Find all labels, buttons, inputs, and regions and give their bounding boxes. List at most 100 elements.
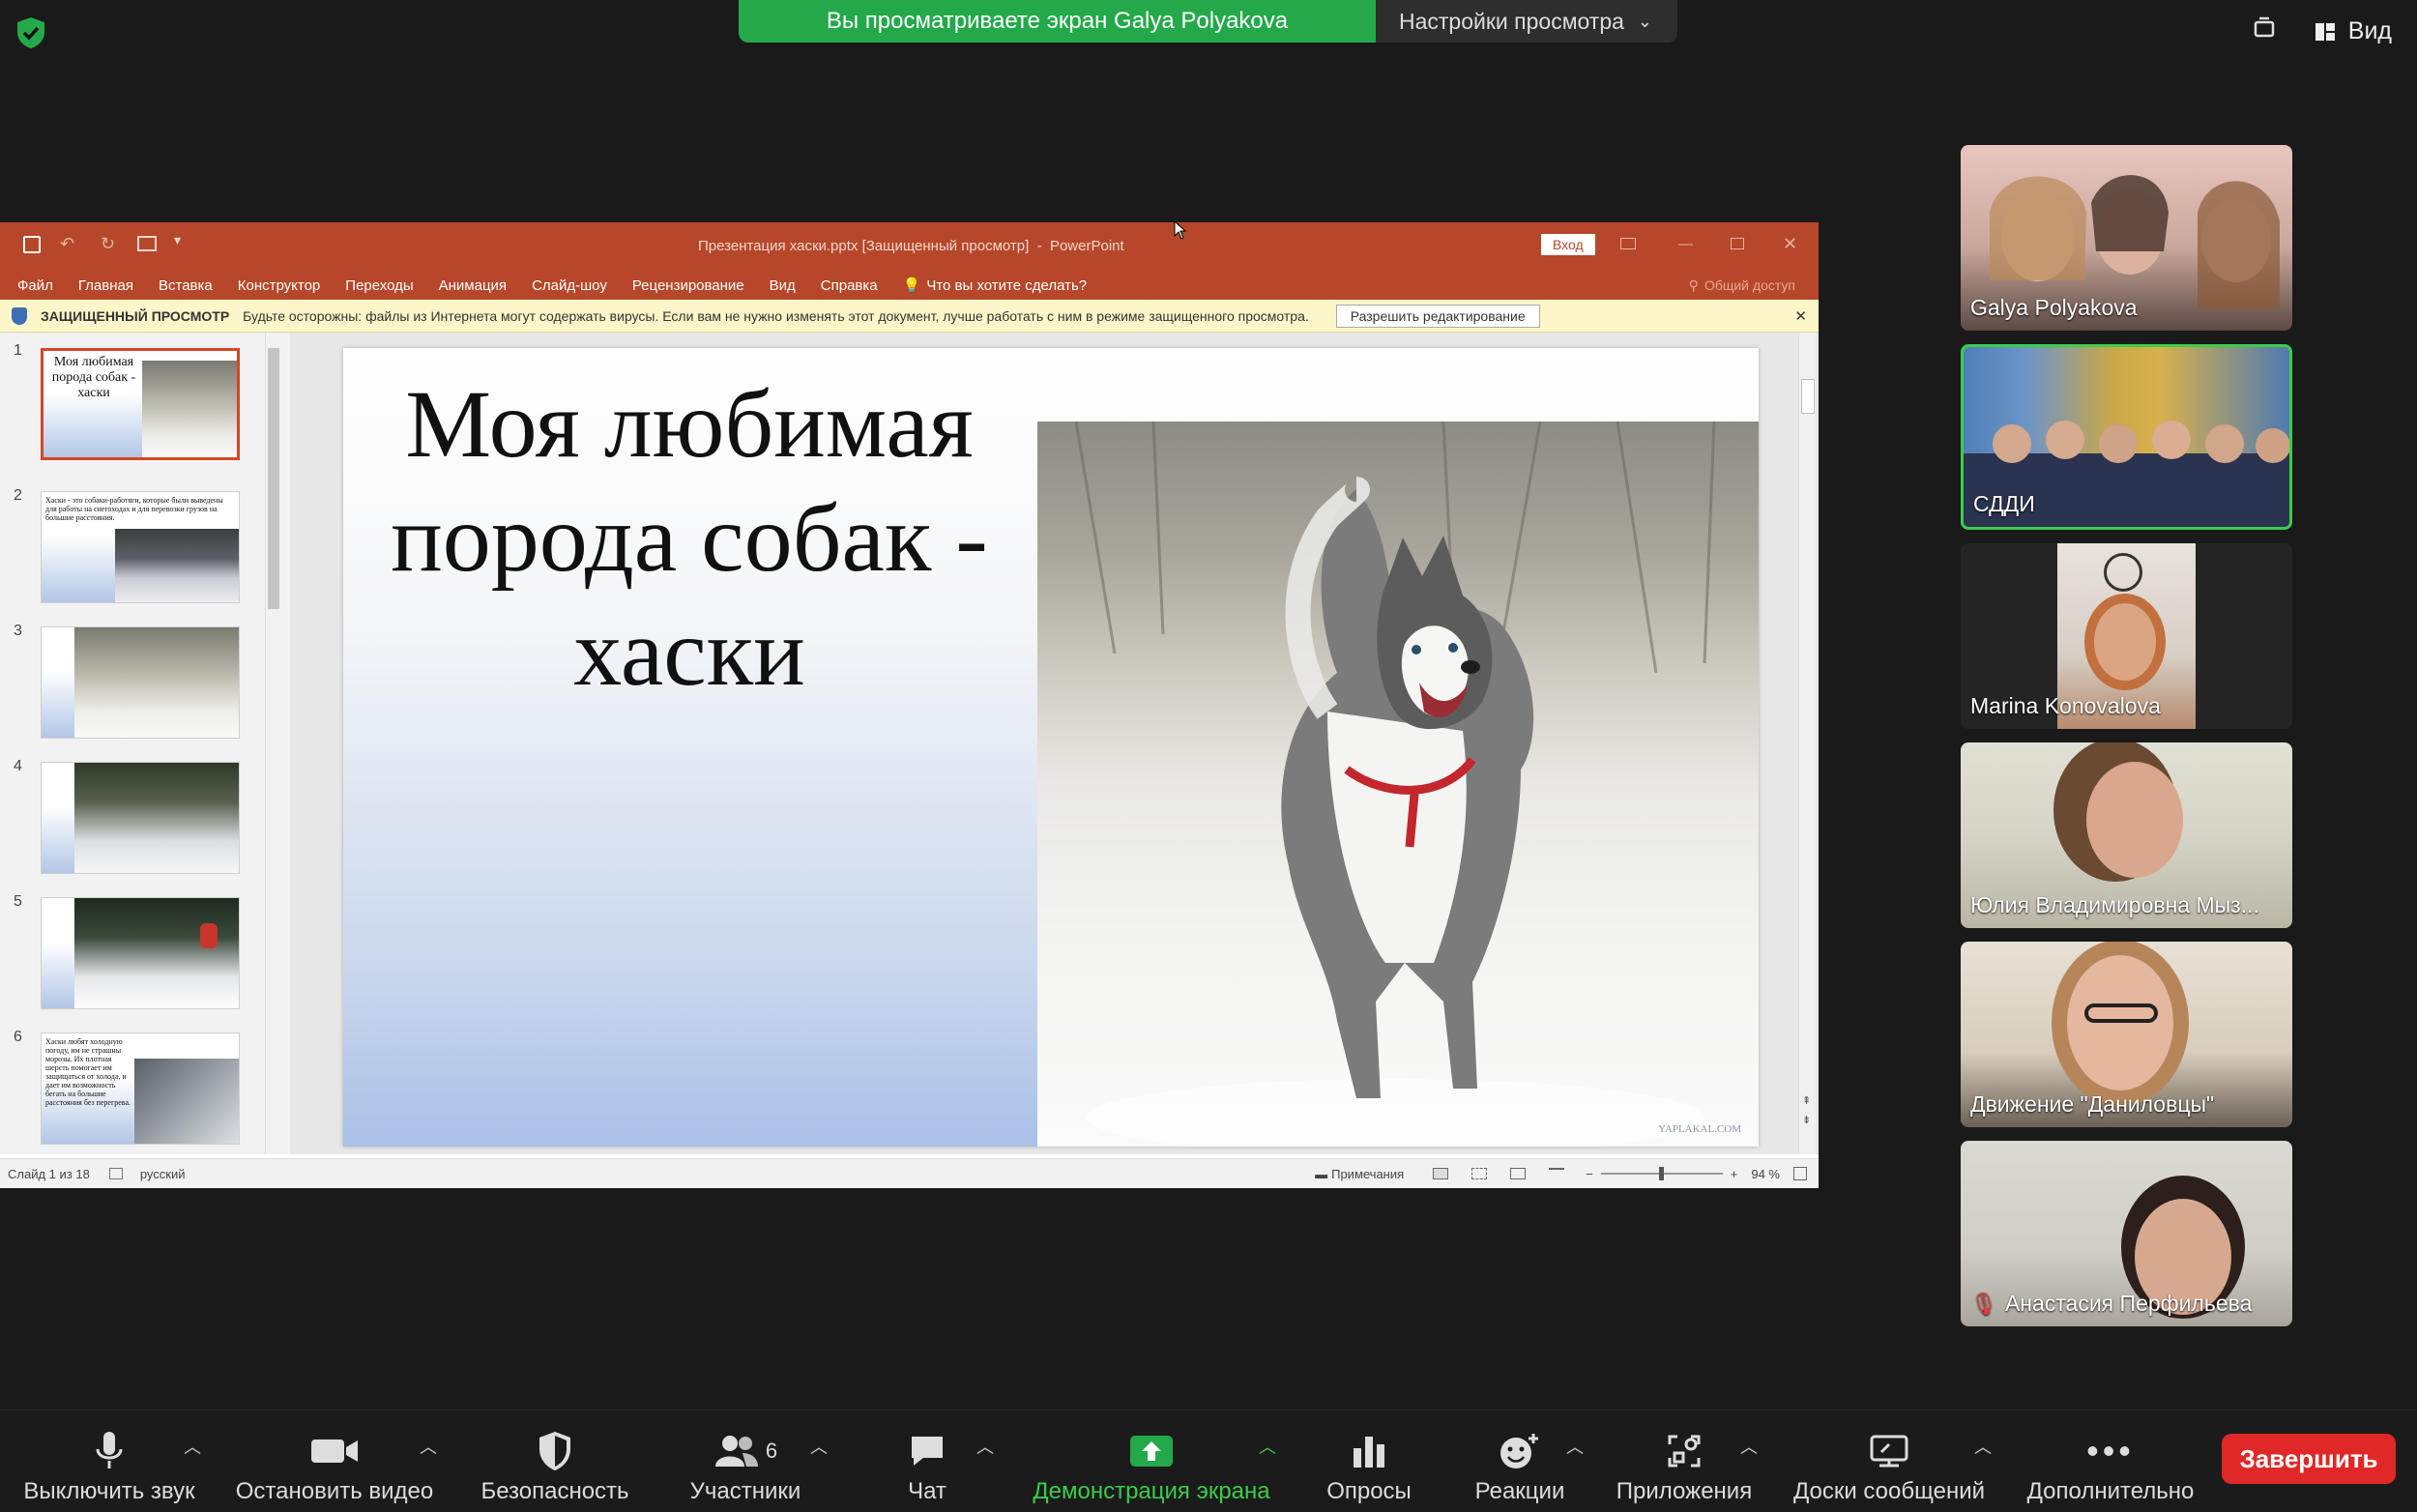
tab-help[interactable]: Справка <box>821 277 878 294</box>
share-options-caret-icon[interactable]: ︿ <box>1259 1434 1276 1459</box>
tab-animations[interactable]: Анимация <box>439 277 507 294</box>
close-icon[interactable]: ✕ <box>1783 234 1797 254</box>
whiteboards-button[interactable]: Доски сообщений <box>1785 1410 1994 1512</box>
view-label: Вид <box>2347 17 2392 44</box>
tell-me-box[interactable]: 💡 Что вы хотите сделать? <box>902 276 1088 295</box>
view-button[interactable]: Вид <box>2314 17 2392 45</box>
chat-button[interactable]: Чат <box>880 1410 975 1512</box>
participant-tile[interactable]: Marina Konovalova <box>1961 543 2292 729</box>
slide-thumbnail[interactable] <box>41 762 240 874</box>
more-dots-icon: ••• <box>2086 1431 2135 1470</box>
minimize-icon[interactable]: — <box>1678 236 1693 252</box>
reading-view-icon[interactable] <box>1510 1168 1527 1179</box>
prev-slide-icon[interactable]: ⇞ <box>1802 1094 1811 1107</box>
zoom-slider[interactable] <box>1600 1167 1723 1180</box>
enable-editing-button[interactable]: Разрешить редактирование <box>1335 304 1540 328</box>
thumb-number: 5 <box>14 893 22 910</box>
view-settings-dropdown[interactable]: Настройки просмотра ⌄ <box>1376 0 1677 43</box>
participant-tile[interactable]: Юлия Владимировна Мыз... <box>1961 742 2292 928</box>
ppt-titlebar: ↶ ↻ ▾ Презентация хаски.pptx [Защищенный… <box>0 222 1819 271</box>
scroll-thumb[interactable] <box>268 348 279 609</box>
current-slide[interactable]: Моя любимая порода собак - хаски YAPLAKA… <box>343 348 1759 1147</box>
thumb-photo <box>74 898 239 1008</box>
language-label[interactable]: русский <box>140 1167 186 1181</box>
whiteboards-options-caret-icon[interactable]: ︿ <box>1974 1434 1992 1459</box>
undo-icon[interactable]: ↶ <box>60 234 74 254</box>
signin-button[interactable]: Вход <box>1541 234 1595 255</box>
apps-button[interactable]: Приложения <box>1609 1410 1760 1512</box>
chat-options-caret-icon[interactable]: ︿ <box>976 1434 994 1459</box>
thumb-text: Хаски - это собаки-работяги, которые был… <box>45 496 223 522</box>
whiteboard-icon <box>1868 1424 1910 1478</box>
share-button[interactable]: ⚲ Общий доступ <box>1689 277 1795 294</box>
zoom-in-icon[interactable]: + <box>1731 1167 1738 1181</box>
stop-video-button[interactable]: Остановить видео <box>230 1410 439 1512</box>
zoom-out-icon[interactable]: − <box>1586 1167 1593 1181</box>
fullscreen-icon[interactable] <box>2250 14 2279 49</box>
maximize-icon[interactable] <box>1731 238 1744 249</box>
save-icon[interactable] <box>23 236 41 253</box>
chat-label: Чат <box>908 1478 946 1504</box>
ppt-statusbar: Слайд 1 из 18 русский ▬ Примечания − + 9… <box>0 1158 1819 1188</box>
security-shield-icon[interactable] <box>14 15 48 50</box>
thumb-number: 6 <box>14 1029 22 1045</box>
mute-button[interactable]: Выключить звук <box>17 1410 201 1512</box>
thumb-text: Хаски любят холодную погоду, им не страш… <box>45 1037 131 1107</box>
slide-thumbnail[interactable] <box>41 626 240 739</box>
spellcheck-icon[interactable] <box>108 1168 123 1179</box>
participant-tile[interactable]: Galya Polyakova <box>1961 145 2292 331</box>
tab-slideshow[interactable]: Слайд-шоу <box>532 277 607 294</box>
video-options-caret-icon[interactable]: ︿ <box>420 1434 437 1459</box>
reactions-button[interactable]: Реакции <box>1462 1410 1578 1512</box>
view-settings-label: Настройки просмотра <box>1399 8 1624 34</box>
protected-label: ЗАЩИЩЕННЫЙ ПРОСМОТР <box>41 307 230 324</box>
end-meeting-button[interactable]: Завершить <box>2222 1434 2396 1484</box>
thumb-text: Моя любимая порода собак - хаски <box>51 355 136 400</box>
share-screen-button[interactable]: Демонстрация экрана <box>1021 1410 1282 1512</box>
tab-insert[interactable]: Вставка <box>159 277 213 294</box>
participant-tile-active-speaker[interactable]: СДДИ <box>1961 344 2292 530</box>
customize-qat-icon[interactable]: ▾ <box>174 232 181 248</box>
tab-transitions[interactable]: Переходы <box>345 277 413 294</box>
tab-view[interactable]: Вид <box>770 277 796 294</box>
lightbulb-icon: 💡 <box>902 277 921 294</box>
ribbon-display-icon[interactable] <box>1620 238 1636 249</box>
normal-view-icon[interactable] <box>1433 1168 1449 1179</box>
apps-options-caret-icon[interactable]: ︿ <box>1740 1434 1758 1459</box>
tab-home[interactable]: Главная <box>78 277 133 294</box>
fit-slide-icon[interactable] <box>1793 1167 1807 1180</box>
present-icon[interactable] <box>137 236 157 251</box>
participant-tile[interactable]: Движение "Даниловцы" <box>1961 942 2292 1127</box>
more-button[interactable]: ••• Дополнительно <box>2021 1410 2200 1512</box>
slide-thumbnail[interactable] <box>41 897 240 1009</box>
participants-button[interactable]: 6 Участники <box>677 1410 814 1512</box>
audio-options-caret-icon[interactable]: ︿ <box>184 1434 201 1459</box>
vertical-scrollbar[interactable]: ⇞ ⇟ <box>1798 333 1816 1154</box>
security-button[interactable]: Безопасность <box>472 1410 638 1512</box>
participant-tile[interactable]: 🎙 Анастасия Перфильева <box>1961 1141 2292 1326</box>
redo-icon[interactable]: ↻ <box>101 234 115 254</box>
participants-options-caret-icon[interactable]: ︿ <box>810 1434 828 1459</box>
person-icon: ⚲ <box>1688 276 1699 293</box>
close-protected-bar-icon[interactable]: ✕ <box>1794 307 1807 325</box>
slideshow-view-icon[interactable] <box>1549 1168 1565 1179</box>
polls-button[interactable]: Опросы <box>1319 1410 1419 1512</box>
thumbnail-scrollbar[interactable] <box>265 333 280 1154</box>
slide-sorter-icon[interactable] <box>1471 1168 1488 1179</box>
reactions-options-caret-icon[interactable]: ︿ <box>1566 1434 1584 1459</box>
tab-design[interactable]: Конструктор <box>238 277 321 294</box>
thumb-photo <box>74 763 239 873</box>
notes-label: Примечания <box>1331 1166 1405 1181</box>
zoom-level[interactable]: 94 % <box>1751 1167 1780 1181</box>
slide-thumbnail[interactable]: Хаски - это собаки-работяги, которые был… <box>41 491 240 603</box>
zoom-slider-thumb[interactable] <box>1658 1167 1664 1180</box>
participant-name: Юлия Владимировна Мыз... <box>1970 892 2259 917</box>
tab-file[interactable]: Файл <box>17 277 53 294</box>
slide-thumbnail[interactable]: Моя любимая порода собак - хаски <box>41 348 240 460</box>
participant-name: СДДИ <box>1973 491 2035 516</box>
tab-review[interactable]: Рецензирование <box>632 277 744 294</box>
scroll-thumb[interactable] <box>1801 379 1815 414</box>
next-slide-icon[interactable]: ⇟ <box>1802 1114 1811 1126</box>
notes-button[interactable]: ▬ Примечания <box>1315 1167 1404 1181</box>
slide-thumbnail[interactable]: Хаски любят холодную погоду, им не страш… <box>41 1032 240 1145</box>
